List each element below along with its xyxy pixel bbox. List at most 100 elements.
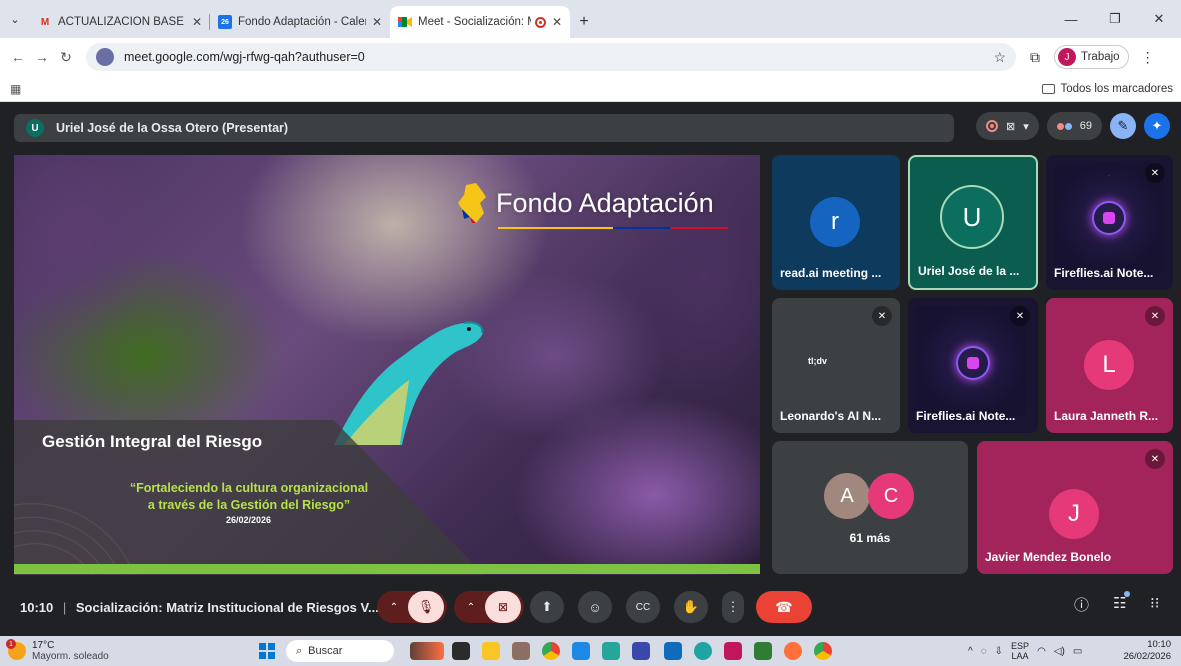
close-icon[interactable]: ✕ xyxy=(192,15,202,29)
minimize-button[interactable]: — xyxy=(1049,0,1093,38)
recording-pill[interactable]: ⊠ ▾ xyxy=(976,112,1039,140)
close-window-button[interactable]: ✕ xyxy=(1137,0,1181,38)
slide-footer-bar xyxy=(14,564,760,574)
taskbar-search[interactable]: ⌕ Buscar xyxy=(286,640,394,662)
presentation-slide: Fondo Adaptación Gestión Integral del Ri… xyxy=(14,155,760,575)
tab-search-chevron-icon[interactable]: ⌄ xyxy=(0,0,30,38)
chat-icon[interactable]: ☷ xyxy=(1113,594,1126,612)
raise-hand-button[interactable]: ✋ xyxy=(674,591,708,623)
participant-tile[interactable]: ✕ Fireflies.ai Note... xyxy=(908,298,1038,433)
new-tab-button[interactable]: + xyxy=(570,6,598,38)
location-icon[interactable]: ⇩ xyxy=(995,646,1003,657)
mic-off-icon: ✕ xyxy=(1145,306,1165,326)
annotate-icon[interactable]: ✎ xyxy=(1110,113,1136,139)
url-bar[interactable]: meet.google.com/wgj-rfwg-qah?authuser=0 … xyxy=(86,43,1016,71)
chevron-down-icon: ▾ xyxy=(1023,120,1029,133)
chevron-up-icon[interactable]: ⌃ xyxy=(457,602,485,613)
app-icon[interactable] xyxy=(632,642,650,660)
participant-tile[interactable]: J ✕ Javier Mendez Bonelo xyxy=(977,441,1173,574)
chat-badge xyxy=(1124,591,1130,597)
restore-button[interactable]: ❐ xyxy=(1093,0,1137,38)
captions-button[interactable]: CC xyxy=(626,591,660,623)
avatar: U xyxy=(940,185,1004,249)
browser-menu-icon[interactable]: ⋮ xyxy=(1141,49,1155,66)
camera-toggle[interactable]: ⌃ ⊠ xyxy=(454,591,524,623)
edge-icon[interactable] xyxy=(694,642,712,660)
end-call-button[interactable]: ☎ xyxy=(756,591,812,623)
outlook-icon[interactable] xyxy=(664,642,682,660)
participant-name: Fireflies.ai Note... xyxy=(916,409,1016,423)
meet-stage: U Uriel José de la Ossa Otero (Presentar… xyxy=(0,102,1181,636)
mic-toggle[interactable]: ⌃ 🎙 xyxy=(377,591,447,623)
participant-tile[interactable]: tl;dv ✕ Leonardo's AI N... xyxy=(772,298,900,433)
people-icon xyxy=(1056,122,1072,130)
tab-calendar[interactable]: 26 Fondo Adaptación - Calendar - ✕ xyxy=(210,6,390,38)
extensions-icon[interactable]: ⧉ xyxy=(1030,49,1040,66)
battery-icon[interactable]: ▭ xyxy=(1073,646,1082,657)
weather-text: Mayorm. soleado xyxy=(32,651,109,662)
language-indicator[interactable]: ESP LAA xyxy=(1011,641,1029,661)
chevron-up-icon[interactable]: ^ xyxy=(968,646,973,657)
camera-off-icon[interactable]: ⊠ xyxy=(485,591,521,623)
windows-start-icon[interactable] xyxy=(259,643,275,659)
volume-icon[interactable]: ◁) xyxy=(1054,646,1065,657)
bookmarks-bar: ▦ Todos los marcadores xyxy=(0,76,1181,102)
windows-taskbar: 1 17°C Mayorm. soleado ⌕ Buscar ^ ◌ ⇩ ES… xyxy=(0,636,1181,666)
url-text: meet.google.com/wgj-rfwg-qah?authuser=0 xyxy=(124,50,365,64)
fondo-adaptacion-logo: Fondo Adaptación xyxy=(458,183,714,223)
participant-tile[interactable]: r read.ai meeting ... xyxy=(772,155,900,290)
mic-off-icon[interactable]: 🎙 xyxy=(408,591,444,623)
back-arrow-icon[interactable]: ← xyxy=(6,49,30,65)
slide-quote: “Fortaleciendo la cultura organizacional… xyxy=(129,481,369,512)
present-button[interactable]: ⬆ xyxy=(530,591,564,623)
apps-grid-icon[interactable]: ▦ xyxy=(10,82,21,96)
close-icon[interactable]: ✕ xyxy=(372,15,382,29)
network-icon[interactable]: ◌ xyxy=(981,646,987,657)
app-icon[interactable] xyxy=(602,642,620,660)
chrome-icon[interactable] xyxy=(814,642,832,660)
slide-date: 26/02/2026 xyxy=(226,515,272,525)
widget-icon[interactable] xyxy=(410,642,444,660)
app-icon[interactable] xyxy=(754,642,772,660)
reload-icon[interactable]: ↻ xyxy=(54,49,78,66)
forward-arrow-icon[interactable]: → xyxy=(30,49,54,65)
weather-widget[interactable]: 1 17°C Mayorm. soleado xyxy=(6,639,109,662)
wifi-icon[interactable]: ◠ xyxy=(1037,646,1046,657)
gemini-icon[interactable]: ✦ xyxy=(1144,113,1170,139)
tab-meet[interactable]: Meet - Socialización: Matriz ✕ xyxy=(390,6,570,38)
chevron-up-icon[interactable]: ⌃ xyxy=(380,602,408,613)
app-icon[interactable] xyxy=(724,642,742,660)
app-icon[interactable] xyxy=(512,642,530,660)
mic-off-icon: ✕ xyxy=(1145,449,1165,469)
bookmark-star-icon[interactable]: ☆ xyxy=(993,49,1006,66)
more-options-button[interactable]: ⋮ xyxy=(722,591,744,623)
activities-icon[interactable]: ⁝⁝ xyxy=(1150,594,1160,612)
participant-tile[interactable]: L ✕ Laura Janneth R... xyxy=(1046,298,1173,433)
tab-title: ACTUALIZACIÓN BASE SUBGER xyxy=(58,16,186,28)
tldv-logo: tl;dv xyxy=(808,356,827,366)
others-tile[interactable]: A C 61 más xyxy=(772,441,968,574)
avatar: J xyxy=(1049,489,1099,539)
firefox-icon[interactable] xyxy=(784,642,802,660)
all-bookmarks-button[interactable]: Todos los marcadores xyxy=(1041,83,1173,95)
meeting-info: 10:10 | Socialización: Matriz Institucio… xyxy=(20,599,379,615)
tab-gmail[interactable]: M ACTUALIZACIÓN BASE SUBGER ✕ xyxy=(30,6,210,38)
participant-tile[interactable]: U Uriel José de la ... xyxy=(908,155,1038,290)
taskbar-clock[interactable]: 10:10 26/02/2026 xyxy=(1123,639,1171,663)
site-info-icon[interactable] xyxy=(96,48,114,66)
participants-pill[interactable]: 69 xyxy=(1046,112,1102,140)
recording-icon xyxy=(986,120,998,132)
file-explorer-icon[interactable] xyxy=(482,642,500,660)
participant-tile[interactable]: · ✕ Fireflies.ai Note... xyxy=(1046,155,1173,290)
info-icon[interactable]: ⓘ xyxy=(1074,594,1089,615)
profile-button[interactable]: J Trabajo xyxy=(1054,45,1129,69)
participant-name: Javier Mendez Bonelo xyxy=(985,550,1112,564)
chrome-icon[interactable] xyxy=(542,642,560,660)
task-view-icon[interactable] xyxy=(452,642,470,660)
meeting-title: Socialización: Matriz Institucional de R… xyxy=(75,599,379,615)
emoji-button[interactable]: ☺ xyxy=(578,591,612,623)
app-icon[interactable] xyxy=(572,642,590,660)
presenter-label: Uriel José de la Ossa Otero (Presentar) xyxy=(56,121,289,135)
close-icon[interactable]: ✕ xyxy=(552,15,562,29)
meeting-time: 10:10 xyxy=(20,599,54,615)
